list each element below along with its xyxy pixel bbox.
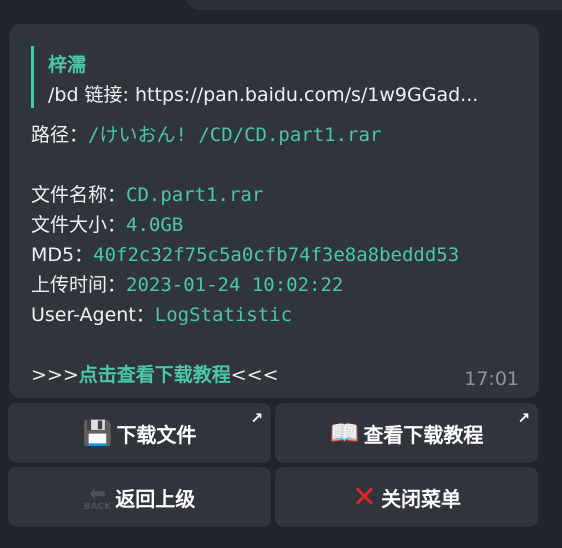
md5-label: MD5：	[31, 244, 94, 266]
previous-message-bubble	[186, 0, 562, 10]
back-arrow-icon: ⬅ BACK	[83, 480, 112, 512]
external-link-arrow-icon: ↗	[250, 409, 263, 427]
message-bubble: 梓濡 /bd 链接: https://pan.baidu.com/s/1w9GG…	[9, 24, 539, 398]
close-menu-label: 关闭菜单	[381, 486, 462, 511]
red-x-icon: ✕	[351, 479, 378, 515]
message-time: 17:01	[464, 368, 519, 390]
download-file-button[interactable]: 💾 下载文件 ↗	[8, 403, 271, 463]
reply-sender-name: 梓濡	[48, 54, 87, 76]
file-name-value[interactable]: CD.part1.rar	[126, 184, 263, 206]
external-link-arrow-icon: ↗	[517, 409, 530, 427]
open-book-icon: 📖	[329, 419, 360, 447]
reply-quote[interactable]: 梓濡 /bd 链接: https://pan.baidu.com/s/1w9GG…	[31, 46, 519, 108]
download-file-label: 下载文件	[116, 422, 197, 447]
tutorial-line: >>>点击查看下载教程<<<	[31, 360, 279, 387]
file-size-label: 文件大小：	[31, 214, 127, 236]
view-tutorial-label: 查看下载教程	[363, 422, 484, 447]
path-label: 路径：	[31, 124, 89, 146]
upload-time-value[interactable]: 2023-01-24 10:02:22	[126, 274, 343, 296]
tutorial-prefix: >>>	[31, 364, 79, 386]
view-tutorial-button[interactable]: 📖 查看下载教程 ↗	[275, 403, 538, 463]
chat-view: 梓濡 /bd 链接: https://pan.baidu.com/s/1w9GG…	[0, 0, 562, 548]
file-size-line: 文件大小：4.0GB	[31, 210, 183, 237]
file-name-label: 文件名称：	[31, 184, 127, 206]
close-menu-button[interactable]: ✕ 关闭菜单	[275, 467, 538, 527]
upload-time-label: 上传时间：	[31, 274, 127, 296]
back-label: 返回上级	[115, 486, 196, 511]
file-size-value[interactable]: 4.0GB	[126, 214, 183, 236]
user-agent-label: User-Agent：	[31, 304, 155, 326]
reply-text: /bd 链接: https://pan.baidu.com/s/1w9GGad.…	[48, 84, 479, 106]
floppy-disk-icon: 💾	[82, 419, 113, 447]
path-line: 路径：/けいおん! /CD/CD.part1.rar	[31, 120, 381, 147]
user-agent-line: User-Agent：LogStatistic	[31, 300, 292, 327]
md5-line: MD5：40f2c32f75c5a0cfb74f3e8a8beddd53	[31, 240, 459, 267]
tutorial-link[interactable]: 点击查看下载教程	[79, 364, 231, 386]
file-name-line: 文件名称：CD.part1.rar	[31, 180, 263, 207]
md5-value[interactable]: 40f2c32f75c5a0cfb74f3e8a8beddd53	[93, 244, 459, 266]
upload-time-line: 上传时间：2023-01-24 10:02:22	[31, 270, 343, 297]
user-agent-value[interactable]: LogStatistic	[155, 304, 292, 326]
tutorial-suffix: <<<	[230, 364, 279, 386]
path-value[interactable]: /けいおん! /CD/CD.part1.rar	[88, 124, 381, 146]
back-button[interactable]: ⬅ BACK 返回上级	[8, 467, 271, 527]
